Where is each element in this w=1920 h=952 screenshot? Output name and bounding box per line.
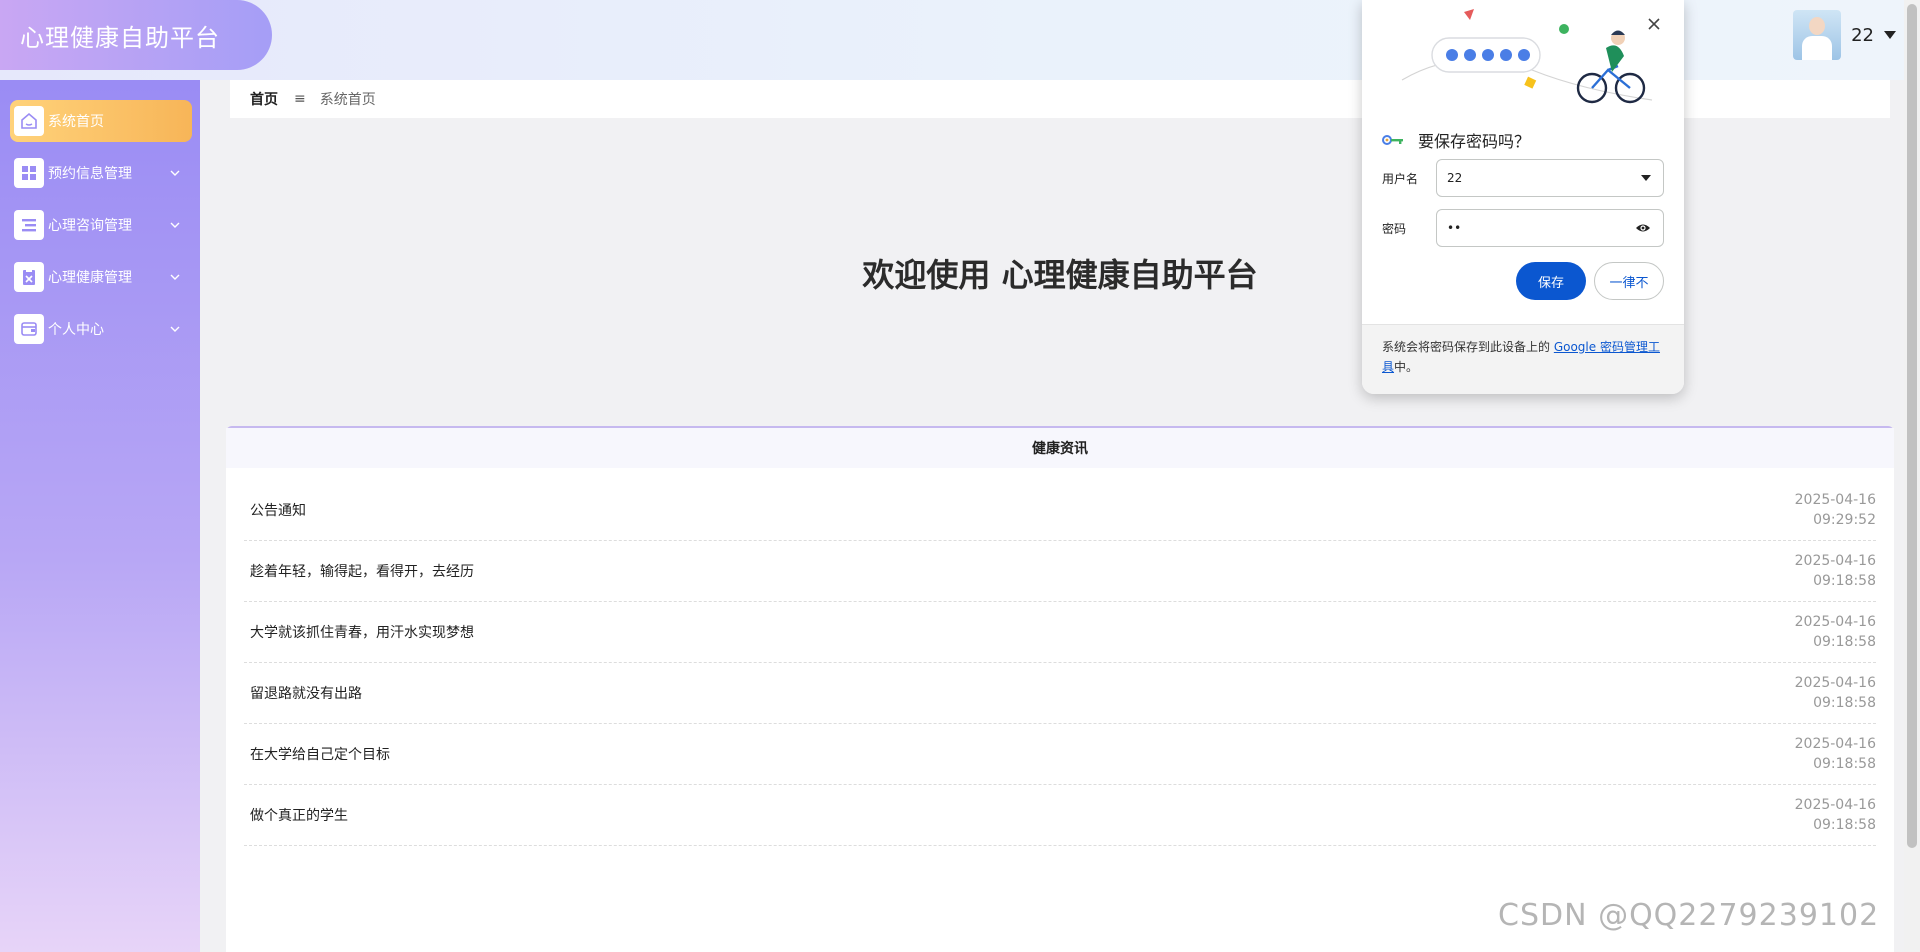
breadcrumb-home[interactable]: 首页	[250, 89, 278, 109]
sidebar-item-label: 预约信息管理	[48, 166, 132, 182]
sidebar-item-home[interactable]: 系统首页	[10, 100, 192, 142]
chevron-down-icon[interactable]	[168, 218, 182, 232]
username-select[interactable]: 22	[1436, 159, 1664, 197]
news-item-timestamp: 2025-04-16 09:18:58	[1795, 612, 1876, 652]
list-icon	[14, 210, 44, 240]
home-icon	[14, 106, 44, 136]
news-item-timestamp: 2025-04-16 09:18:58	[1795, 795, 1876, 835]
news-item-title[interactable]: 留退路就没有出路	[244, 683, 362, 703]
sidebar-item-label: 系统首页	[48, 114, 104, 130]
news-list: 公告通知 2025-04-16 09:29:52 趁着年轻，输得起，看得开，去经…	[226, 468, 1894, 846]
sidebar-item-health[interactable]: 心理健康管理	[10, 256, 192, 298]
news-item-title[interactable]: 趁着年轻，输得起，看得开，去经历	[244, 561, 474, 581]
sidebar-item-label: 心理健康管理	[48, 270, 132, 286]
news-item-time: 09:29:52	[1813, 512, 1876, 528]
chevron-down-icon[interactable]	[168, 270, 182, 284]
breadcrumb-current: 系统首页	[319, 92, 376, 108]
user-menu[interactable]: 22	[1793, 10, 1896, 60]
news-item[interactable]: 做个真正的学生 2025-04-16 09:18:58	[244, 785, 1876, 846]
news-item-date: 2025-04-16	[1794, 553, 1876, 569]
scrollbar-thumb[interactable]	[1907, 4, 1917, 848]
close-button[interactable]	[1642, 12, 1666, 36]
dialog-footer: 系统会将密码保存到此设备上的 Google 密码管理工具中。	[1362, 324, 1684, 394]
wallet-icon	[14, 314, 44, 344]
sidebar: 系统首页 预约信息管理 心理咨询管理 心理健康管理 个人中心	[0, 80, 200, 952]
save-password-title: 要保存密码吗？	[1418, 132, 1531, 151]
close-icon[interactable]	[1647, 17, 1661, 31]
sidebar-item-profile[interactable]: 个人中心	[10, 308, 192, 350]
save-button[interactable]: 保存	[1516, 262, 1586, 300]
news-panel: 健康资讯 公告通知 2025-04-16 09:29:52 趁着年轻，输得起，看…	[226, 426, 1894, 952]
password-label: 密码	[1382, 221, 1407, 236]
never-button[interactable]: 一律不	[1594, 262, 1664, 300]
news-item-date: 2025-04-16	[1794, 614, 1876, 630]
user-name[interactable]: 22	[1851, 25, 1874, 46]
save-password-dialog: 要保存密码吗？ 用户名 22 密码 •• 保存 一律不 系统会将密码保存到此设备…	[1362, 0, 1684, 394]
news-item-date: 2025-04-16	[1794, 797, 1876, 813]
eye-icon[interactable]	[1635, 222, 1651, 234]
news-item-time: 09:18:58	[1813, 695, 1876, 711]
watermark: CSDN @QQ2279239102	[1498, 898, 1880, 933]
username-row: 用户名 22	[1382, 159, 1664, 197]
caret-down-icon[interactable]	[1884, 31, 1896, 39]
sidebar-item-consultation[interactable]: 心理咨询管理	[10, 204, 192, 246]
brand-banner: 心理健康自助平台	[0, 0, 272, 70]
password-value: ••	[1447, 221, 1462, 235]
dropdown-caret-icon[interactable]	[1641, 175, 1651, 181]
news-item-date: 2025-04-16	[1794, 675, 1876, 691]
news-item[interactable]: 在大学给自己定个目标 2025-04-16 09:18:58	[244, 724, 1876, 785]
news-item[interactable]: 趁着年轻，输得起，看得开，去经历 2025-04-16 09:18:58	[244, 541, 1876, 602]
chevron-down-icon[interactable]	[168, 322, 182, 336]
app-title: 心理健康自助平台	[20, 23, 220, 52]
footer-suffix: 中。	[1394, 360, 1419, 374]
password-field[interactable]: ••	[1436, 209, 1664, 247]
breadcrumb-separator: ≡	[294, 91, 306, 107]
news-item-timestamp: 2025-04-16 09:18:58	[1795, 734, 1876, 774]
news-item-title[interactable]: 在大学给自己定个目标	[244, 744, 390, 764]
news-item-timestamp: 2025-04-16 09:29:52	[1795, 490, 1876, 530]
news-item-time: 09:18:58	[1813, 817, 1876, 833]
sidebar-item-label: 个人中心	[48, 322, 104, 338]
news-item-title[interactable]: 做个真正的学生	[244, 805, 348, 825]
news-item[interactable]: 公告通知 2025-04-16 09:29:52	[244, 480, 1876, 541]
news-item[interactable]: 留退路就没有出路 2025-04-16 09:18:58	[244, 663, 1876, 724]
username-label: 用户名	[1382, 171, 1419, 186]
news-item-title[interactable]: 公告通知	[244, 500, 306, 520]
sidebar-item-label: 心理咨询管理	[48, 218, 132, 234]
chevron-down-icon[interactable]	[168, 166, 182, 180]
news-item-time: 09:18:58	[1813, 573, 1876, 589]
news-item-timestamp: 2025-04-16 09:18:58	[1795, 551, 1876, 591]
password-row: 密码 ••	[1382, 209, 1664, 247]
avatar[interactable]	[1793, 10, 1842, 60]
news-item-date: 2025-04-16	[1794, 492, 1876, 508]
news-item-time: 09:18:58	[1813, 756, 1876, 772]
news-item-date: 2025-04-16	[1794, 736, 1876, 752]
news-item[interactable]: 大学就该抓住青春，用汗水实现梦想 2025-04-16 09:18:58	[244, 602, 1876, 663]
footer-text: 系统会将密码保存到此设备上的	[1382, 340, 1554, 354]
news-item-title[interactable]: 大学就该抓住青春，用汗水实现梦想	[244, 622, 474, 642]
save-password-question-row: 要保存密码吗？	[1382, 128, 1530, 152]
clipboard-icon	[14, 262, 44, 292]
cyclist-illustration	[1401, 9, 1653, 104]
key-icon	[1382, 135, 1403, 145]
news-item-timestamp: 2025-04-16 09:18:58	[1795, 673, 1876, 713]
news-title: 健康资讯	[226, 428, 1894, 468]
news-item-time: 09:18:58	[1813, 634, 1876, 650]
dialog-actions: 保存 一律不	[1516, 262, 1664, 300]
username-value: 22	[1447, 171, 1463, 185]
grid-icon	[14, 158, 44, 188]
sidebar-item-appointments[interactable]: 预约信息管理	[10, 152, 192, 194]
